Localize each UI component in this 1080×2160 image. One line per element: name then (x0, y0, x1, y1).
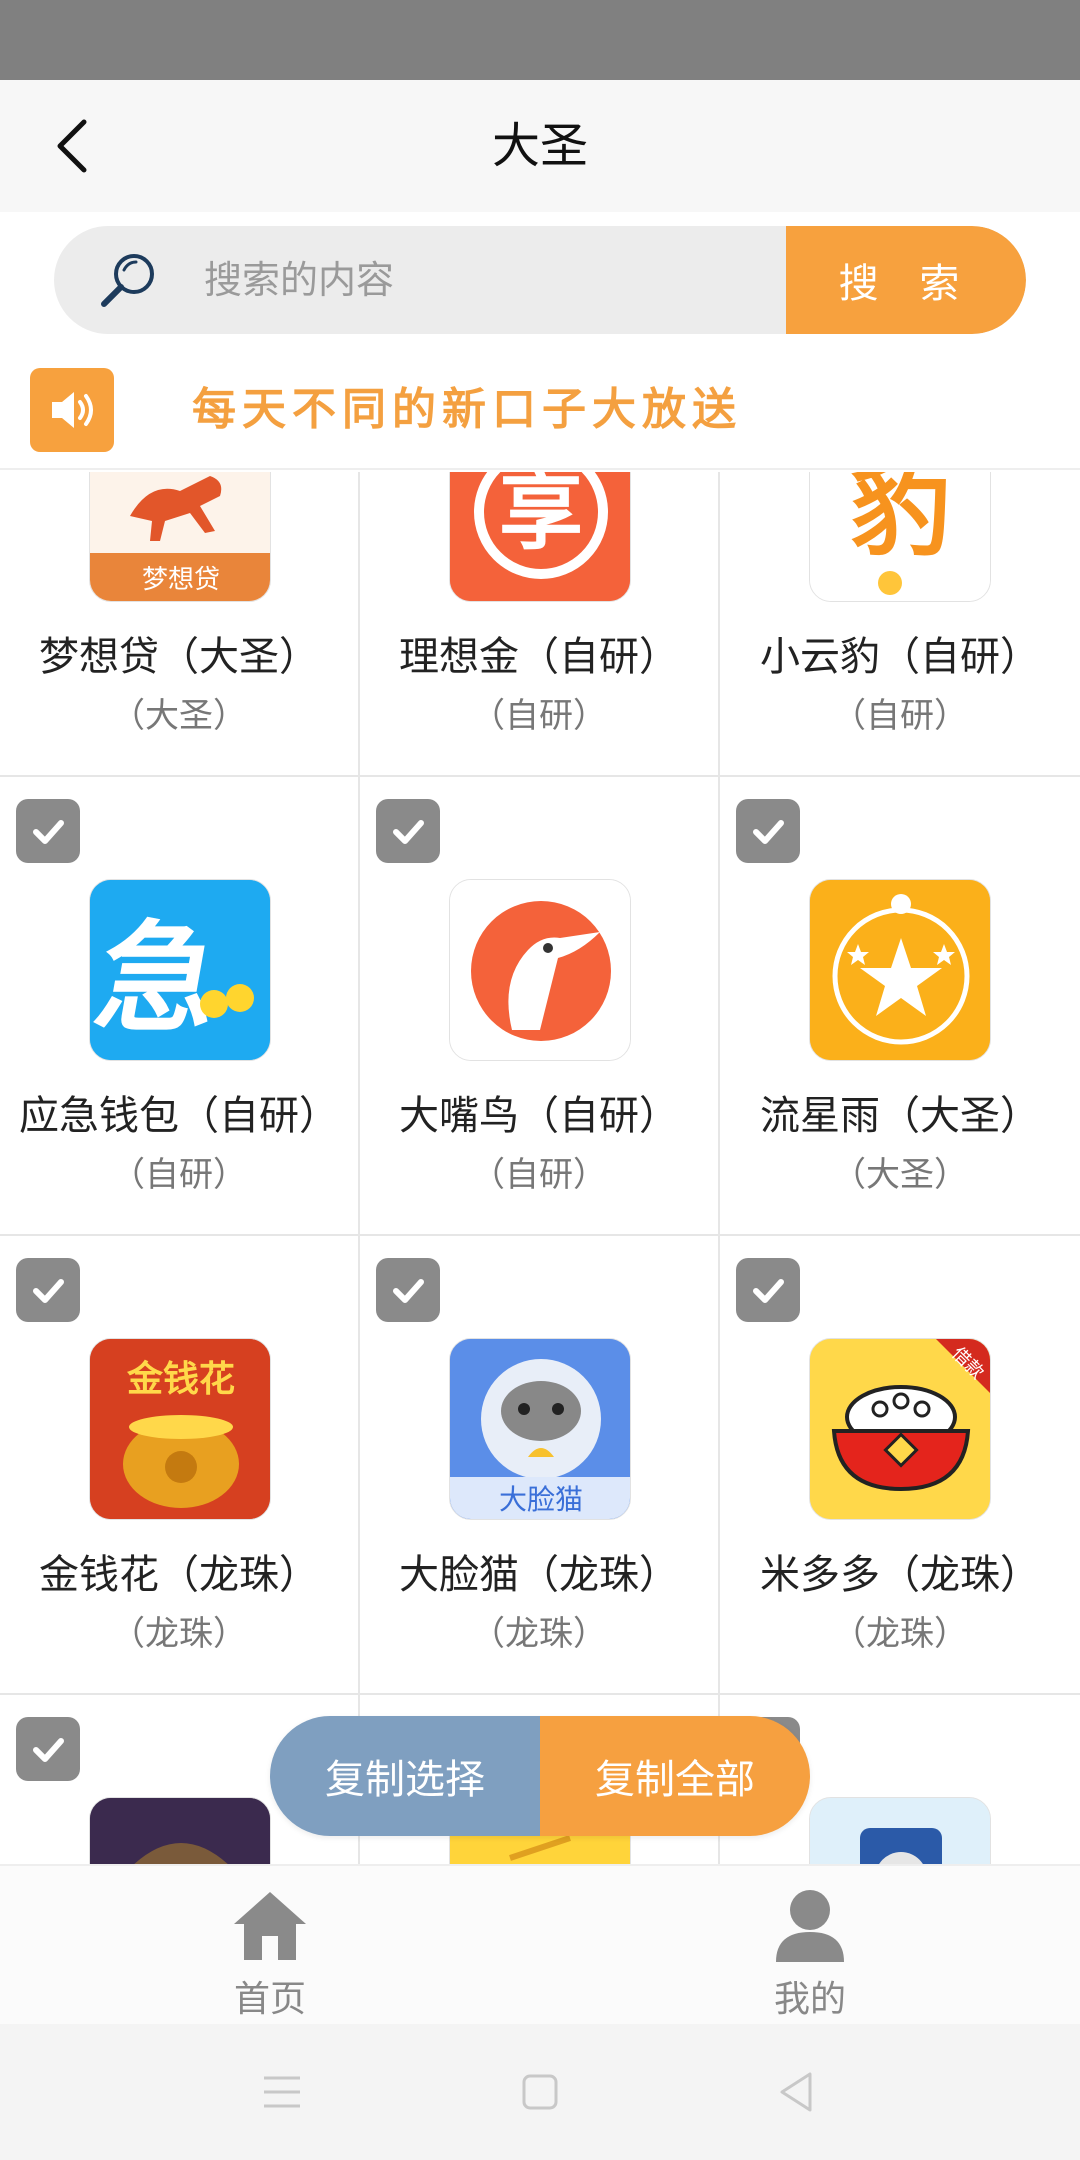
back-button[interactable] (36, 110, 108, 182)
svg-text:豹: 豹 (851, 472, 951, 570)
app-name: 米多多（龙珠） (760, 1552, 1040, 1598)
page-title: 大圣 (491, 118, 588, 174)
bottom-tab-bar: 首页 我的 (0, 1864, 1080, 2024)
app-grid: 梦想贷 梦想贷（大圣） （大圣） 享 理想金（自研） （自研） 豹 小云豹（自研… (0, 472, 1080, 1864)
svg-text:享: 享 (499, 472, 583, 561)
app-card[interactable]: 借款 米多多（龙珠） （龙珠） (720, 1236, 1080, 1695)
app-name: 金钱花（龙珠） (39, 1552, 319, 1598)
toucan-bird-icon (449, 879, 631, 1061)
app-card[interactable]: 享 理想金（自研） （自研） (360, 472, 720, 777)
app-card[interactable]: 急 应急钱包（自研） （自研） (0, 777, 360, 1236)
train-app-icon (809, 1797, 991, 1864)
rice-bowl-icon: 借款 (809, 1338, 991, 1520)
app-source: （大圣） (832, 1155, 968, 1195)
tab-label: 首页 (233, 1979, 306, 2020)
horse-dream-loan-icon: 梦想贷 (89, 472, 271, 602)
app-source: （自研） (471, 696, 607, 736)
copy-selected-button[interactable]: 复制选择 (270, 1716, 540, 1836)
app-name: 大脸猫（龙珠） (399, 1552, 679, 1598)
search-icon (101, 254, 154, 307)
app-card[interactable]: 梦想贷 梦想贷（大圣） （大圣） (0, 472, 360, 777)
user-icon (776, 1890, 844, 1962)
menu-lines-icon (264, 2076, 300, 2108)
app-source: （自研） (471, 1155, 607, 1195)
app-source: （龙珠） (111, 1614, 247, 1654)
app-name: 理想金（自研） (399, 634, 679, 680)
menu-nav-button[interactable] (252, 2062, 312, 2122)
checkbox[interactable] (16, 1258, 80, 1322)
checkbox[interactable] (16, 799, 80, 863)
home-nav-button[interactable] (510, 2062, 570, 2122)
search-bar: 搜 索 (54, 226, 1026, 334)
app-name: 应急钱包（自研） (19, 1093, 339, 1139)
app-source: （自研） (111, 1155, 247, 1195)
copy-all-button[interactable]: 复制全部 (540, 1716, 810, 1836)
bao-character-icon: 豹 (809, 472, 991, 602)
app-source: （龙珠） (471, 1614, 607, 1654)
checkmark-icon (33, 1738, 64, 1762)
home-icon (234, 1892, 306, 1960)
app-card[interactable]: 金钱花 金钱花（龙珠） （龙珠） (0, 1236, 360, 1695)
square-icon (522, 2074, 558, 2110)
chevron-left-icon (57, 119, 87, 173)
status-bar (0, 0, 1080, 80)
checkmark-icon (33, 1279, 64, 1303)
triangle-back-icon (780, 2072, 812, 2112)
star-person-icon (809, 879, 991, 1061)
speaker-icon (30, 368, 114, 452)
checkbox[interactable] (376, 799, 440, 863)
checkbox[interactable] (736, 1258, 800, 1322)
app-source: （自研） (832, 696, 968, 736)
app-name: 流星雨（大圣） (760, 1093, 1040, 1139)
checkbox[interactable] (16, 1717, 80, 1781)
app-name: 大嘴鸟（自研） (399, 1093, 679, 1139)
app-card[interactable]: 大脸猫 大脸猫（龙珠） （龙珠） (360, 1236, 720, 1695)
app-source: （大圣） (111, 696, 247, 736)
money-pot-icon: 金钱花 (89, 1338, 271, 1520)
checkbox[interactable] (736, 799, 800, 863)
notice-banner: 每天不同的新口子大放送 (0, 350, 1080, 470)
search-button[interactable]: 搜 索 (786, 226, 1026, 334)
copy-action-bar: 复制选择 复制全部 (270, 1716, 810, 1836)
svg-text:急: 急 (90, 909, 231, 1049)
svg-text:梦想贷: 梦想贷 (142, 565, 220, 595)
app-card[interactable]: 豹 小云豹（自研） （自研） (720, 472, 1080, 777)
tab-label: 我的 (773, 1979, 846, 2020)
svg-text:大脸猫: 大脸猫 (499, 1483, 583, 1516)
svg-text:金钱花: 金钱花 (126, 1358, 235, 1400)
xiang-character-icon: 享 (449, 472, 631, 602)
search-input[interactable] (204, 226, 824, 334)
app-name: 小云豹（自研） (760, 634, 1040, 680)
checkbox[interactable] (376, 1258, 440, 1322)
app-source: （龙珠） (832, 1614, 968, 1654)
checkmark-icon (33, 820, 64, 844)
notice-text: 每天不同的新口子大放送 (192, 384, 742, 435)
back-nav-button[interactable] (766, 2062, 826, 2122)
character-face-icon (89, 1797, 271, 1864)
app-card[interactable]: 流星雨（大圣） （大圣） (720, 777, 1080, 1236)
checkmark-icon (393, 1279, 424, 1303)
ji-urgent-icon: 急 (89, 879, 271, 1061)
app-card[interactable]: 大嘴鸟（自研） （自研） (360, 777, 720, 1236)
checkmark-icon (753, 1279, 784, 1303)
tab-home[interactable]: 首页 (170, 1866, 370, 2026)
checkmark-icon (393, 820, 424, 844)
header: 大圣 (0, 80, 1080, 212)
checkmark-icon (753, 820, 784, 844)
big-face-cat-icon: 大脸猫 (449, 1338, 631, 1520)
app-name: 梦想贷（大圣） (39, 634, 319, 680)
system-navigation-bar (0, 2024, 1080, 2160)
tab-mine[interactable]: 我的 (710, 1866, 910, 2026)
